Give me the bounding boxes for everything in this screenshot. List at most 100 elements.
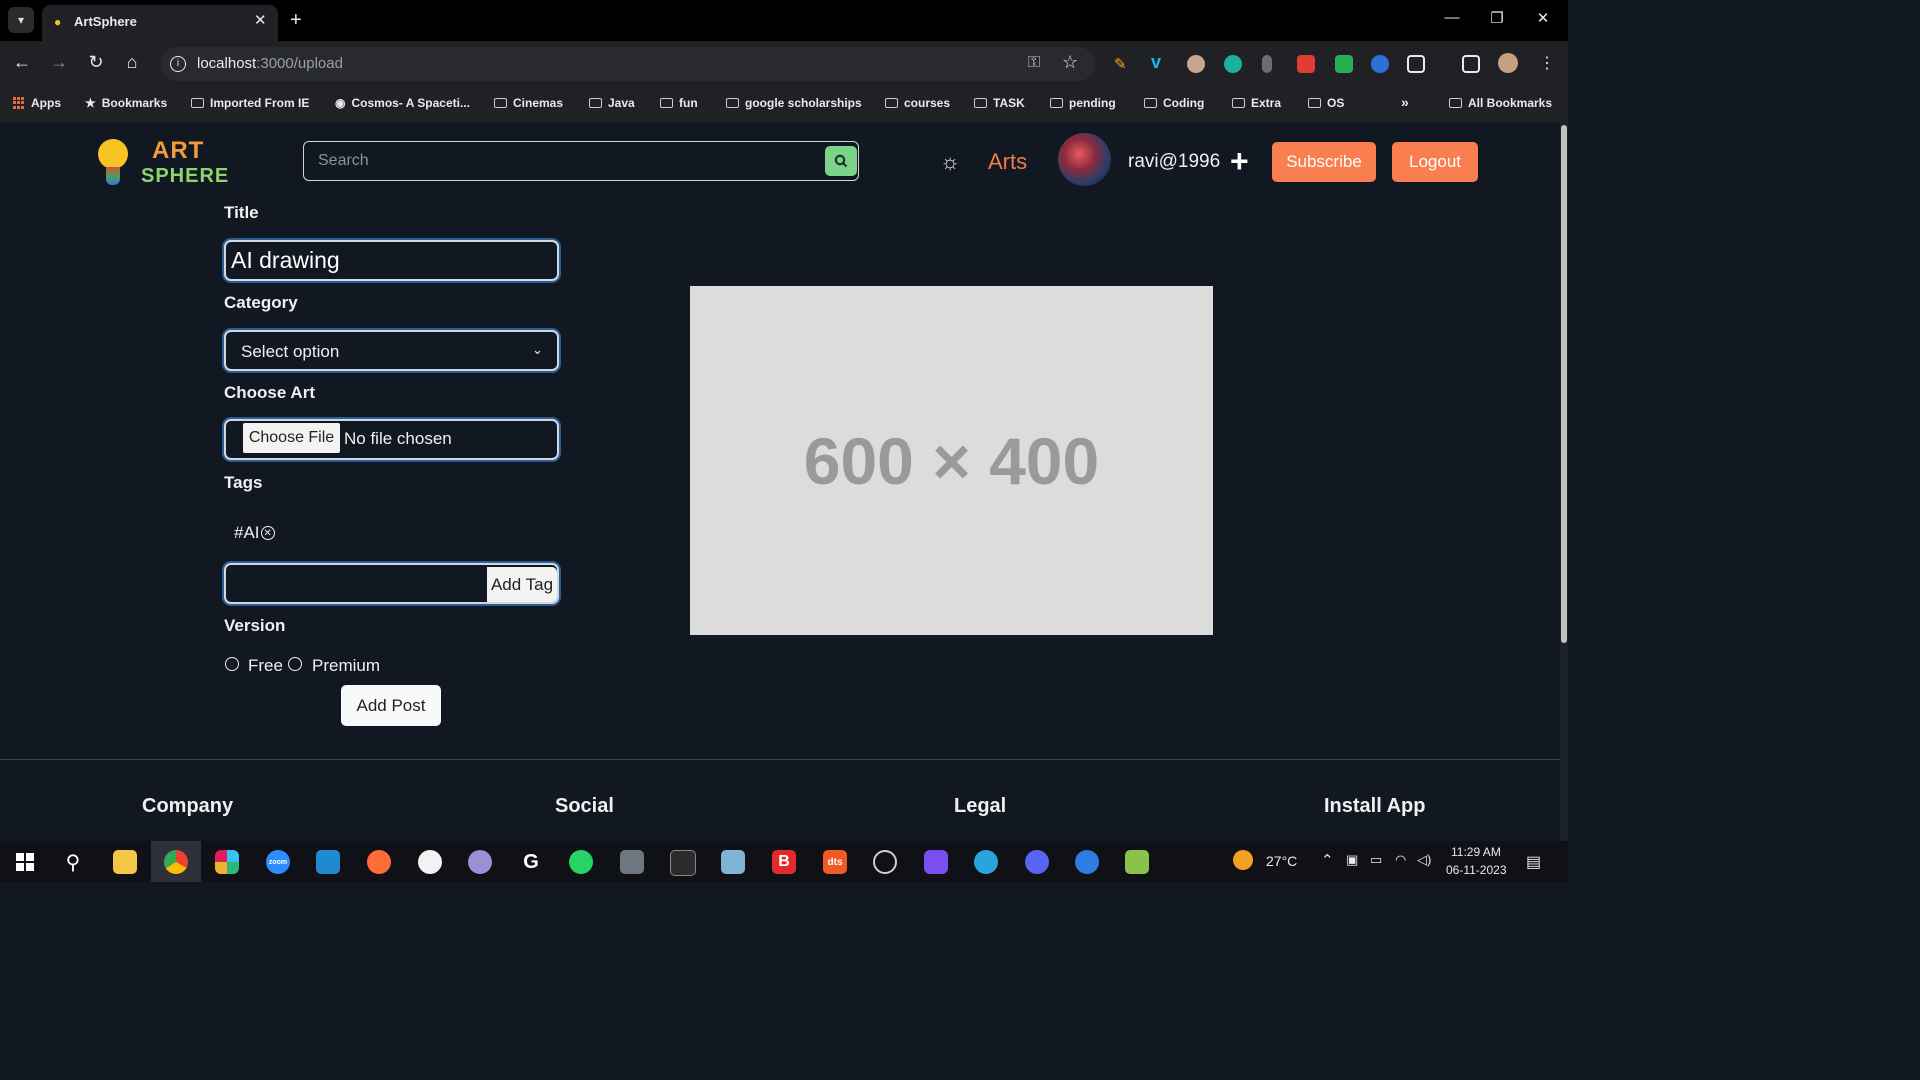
tab-close-icon[interactable]: ✕ [254, 11, 267, 29]
b-app-icon[interactable]: B [772, 850, 796, 874]
purple-app-icon[interactable] [924, 850, 948, 874]
bookmark-folder[interactable]: Cinemas [494, 96, 563, 110]
browser-tab[interactable]: ● ArtSphere ✕ [42, 5, 278, 41]
face-extension-icon[interactable] [1187, 55, 1205, 73]
bookmark-folder[interactable]: Imported From IE [191, 96, 309, 110]
minimize-icon[interactable]: — [1442, 9, 1462, 26]
chat-extension-icon[interactable] [1224, 55, 1242, 73]
file-input[interactable]: Choose File No file chosen [224, 419, 559, 460]
chrome-icon[interactable] [164, 850, 188, 874]
window-close-icon[interactable]: ✕ [1533, 9, 1553, 27]
tag-input[interactable] [226, 565, 485, 604]
bookmark-cosmos[interactable]: ◉ Cosmos- A Spaceti... [335, 96, 470, 110]
choose-file-button[interactable]: Choose File [243, 423, 340, 453]
artsphere-logo[interactable]: ART SPHERE [90, 131, 228, 191]
bookmark-folder[interactable]: courses [885, 96, 950, 110]
vimeo-extension-icon[interactable]: v [1151, 52, 1169, 72]
menu-dots-icon[interactable]: ⋮ [1535, 53, 1559, 73]
whatsapp-icon[interactable] [569, 850, 593, 874]
mongodb-compass-icon[interactable] [418, 850, 442, 874]
bookmark-folder[interactable]: pending [1050, 96, 1116, 110]
slack-icon[interactable] [215, 850, 239, 874]
bookmark-all[interactable]: All Bookmarks [1449, 96, 1552, 110]
calculator-icon[interactable] [620, 850, 644, 874]
bookmark-folder[interactable]: OS [1308, 96, 1344, 110]
shield-extension-icon[interactable] [1297, 55, 1315, 73]
forward-arrow-icon[interactable]: → [47, 52, 71, 73]
telegram-icon[interactable] [974, 850, 998, 874]
bookmark-bookmarks[interactable]: ★ Bookmarks [85, 96, 167, 110]
page-scrollbar[interactable] [1560, 123, 1568, 841]
free-radio-label[interactable]: Free [248, 656, 283, 676]
obs-icon[interactable] [873, 850, 897, 874]
password-key-icon[interactable]: ⚿ [1028, 54, 1040, 72]
restore-icon[interactable]: ❐ [1487, 9, 1507, 27]
subscribe-button[interactable]: Subscribe [1272, 142, 1376, 182]
extensions-puzzle-icon[interactable] [1407, 55, 1425, 73]
bookmark-folder[interactable]: Java [589, 96, 635, 110]
clock-time[interactable]: 11:29 AM [1451, 845, 1501, 859]
bookmark-folder[interactable]: google scholarships [726, 96, 862, 110]
back-arrow-icon[interactable]: ← [10, 52, 34, 73]
free-radio[interactable] [225, 657, 239, 671]
search-icon[interactable]: ⚲ [61, 850, 85, 874]
user-avatar[interactable] [1058, 133, 1111, 186]
premium-radio[interactable] [288, 657, 302, 671]
side-panel-icon[interactable] [1462, 55, 1480, 73]
clock-date[interactable]: 06-11-2023 [1446, 863, 1507, 877]
profile-avatar-icon[interactable] [1498, 53, 1518, 73]
pen-extension-icon[interactable]: ✎ [1114, 55, 1132, 73]
paint-icon[interactable] [468, 850, 492, 874]
arts-link[interactable]: Arts [988, 149, 1027, 175]
weather-icon[interactable] [1233, 850, 1253, 870]
battery-icon[interactable]: ▭ [1370, 852, 1382, 868]
reload-icon[interactable]: ↻ [84, 52, 108, 73]
postman-icon[interactable] [367, 850, 391, 874]
vscode-icon[interactable] [316, 850, 340, 874]
green-app-icon[interactable] [1125, 850, 1149, 874]
remove-tag-icon[interactable]: ✕ [260, 526, 275, 540]
scrollbar-thumb[interactable] [1561, 125, 1567, 643]
terminal-icon[interactable] [670, 850, 696, 876]
new-tab-icon[interactable]: + [290, 9, 302, 32]
bookmark-folder[interactable]: TASK [974, 96, 1025, 110]
add-post-button[interactable]: Add Post [341, 685, 441, 726]
bookmark-folder[interactable]: fun [660, 96, 698, 110]
category-select[interactable]: Select option ⌄ [224, 330, 559, 371]
site-info-icon[interactable]: i [170, 56, 186, 72]
windows-start-icon[interactable] [13, 850, 37, 874]
notepad-icon[interactable] [721, 850, 745, 874]
sun-theme-icon[interactable]: ☼ [940, 149, 960, 175]
search-box [303, 141, 859, 181]
search-button[interactable] [825, 146, 857, 176]
add-plus-icon[interactable]: + [1230, 143, 1249, 180]
bookmarks-overflow-icon[interactable]: » [1401, 94, 1409, 110]
discord-icon[interactable] [1025, 850, 1049, 874]
address-bar[interactable]: i localhost:3000/upload ⚿ ☆ [160, 47, 1095, 81]
blue-app-icon[interactable] [1075, 850, 1099, 874]
bookmark-star-icon[interactable]: ☆ [1062, 52, 1078, 73]
premium-radio-label[interactable]: Premium [312, 656, 380, 676]
bookmark-apps[interactable]: Apps [13, 96, 61, 110]
url-text[interactable]: localhost:3000/upload [197, 55, 343, 72]
bookmark-folder[interactable]: Coding [1144, 96, 1204, 110]
add-tag-button[interactable]: Add Tag [487, 567, 557, 602]
tray-chevron-up-icon[interactable]: ⌃ [1321, 851, 1334, 869]
reader-extension-icon[interactable] [1371, 55, 1389, 73]
home-icon[interactable]: ⌂ [120, 52, 144, 73]
bottle-extension-icon[interactable] [1262, 55, 1272, 73]
logout-button[interactable]: Logout [1392, 142, 1478, 182]
search-input[interactable] [304, 142, 832, 179]
volume-icon[interactable]: ◁) [1417, 852, 1431, 868]
notifications-icon[interactable]: ▤ [1526, 852, 1541, 872]
g-app-icon[interactable]: G [519, 850, 543, 874]
title-input[interactable] [226, 242, 567, 279]
meet-icon[interactable]: ▣ [1346, 852, 1358, 868]
wifi-icon[interactable]: ◠ [1395, 852, 1406, 868]
dts-icon[interactable]: dts [823, 850, 847, 874]
zoom-icon[interactable]: zoom [266, 850, 290, 874]
lock-extension-icon[interactable] [1335, 55, 1353, 73]
tab-search-button[interactable]: ▾ [8, 7, 34, 33]
bookmark-folder[interactable]: Extra [1232, 96, 1281, 110]
file-explorer-icon[interactable] [113, 850, 137, 874]
